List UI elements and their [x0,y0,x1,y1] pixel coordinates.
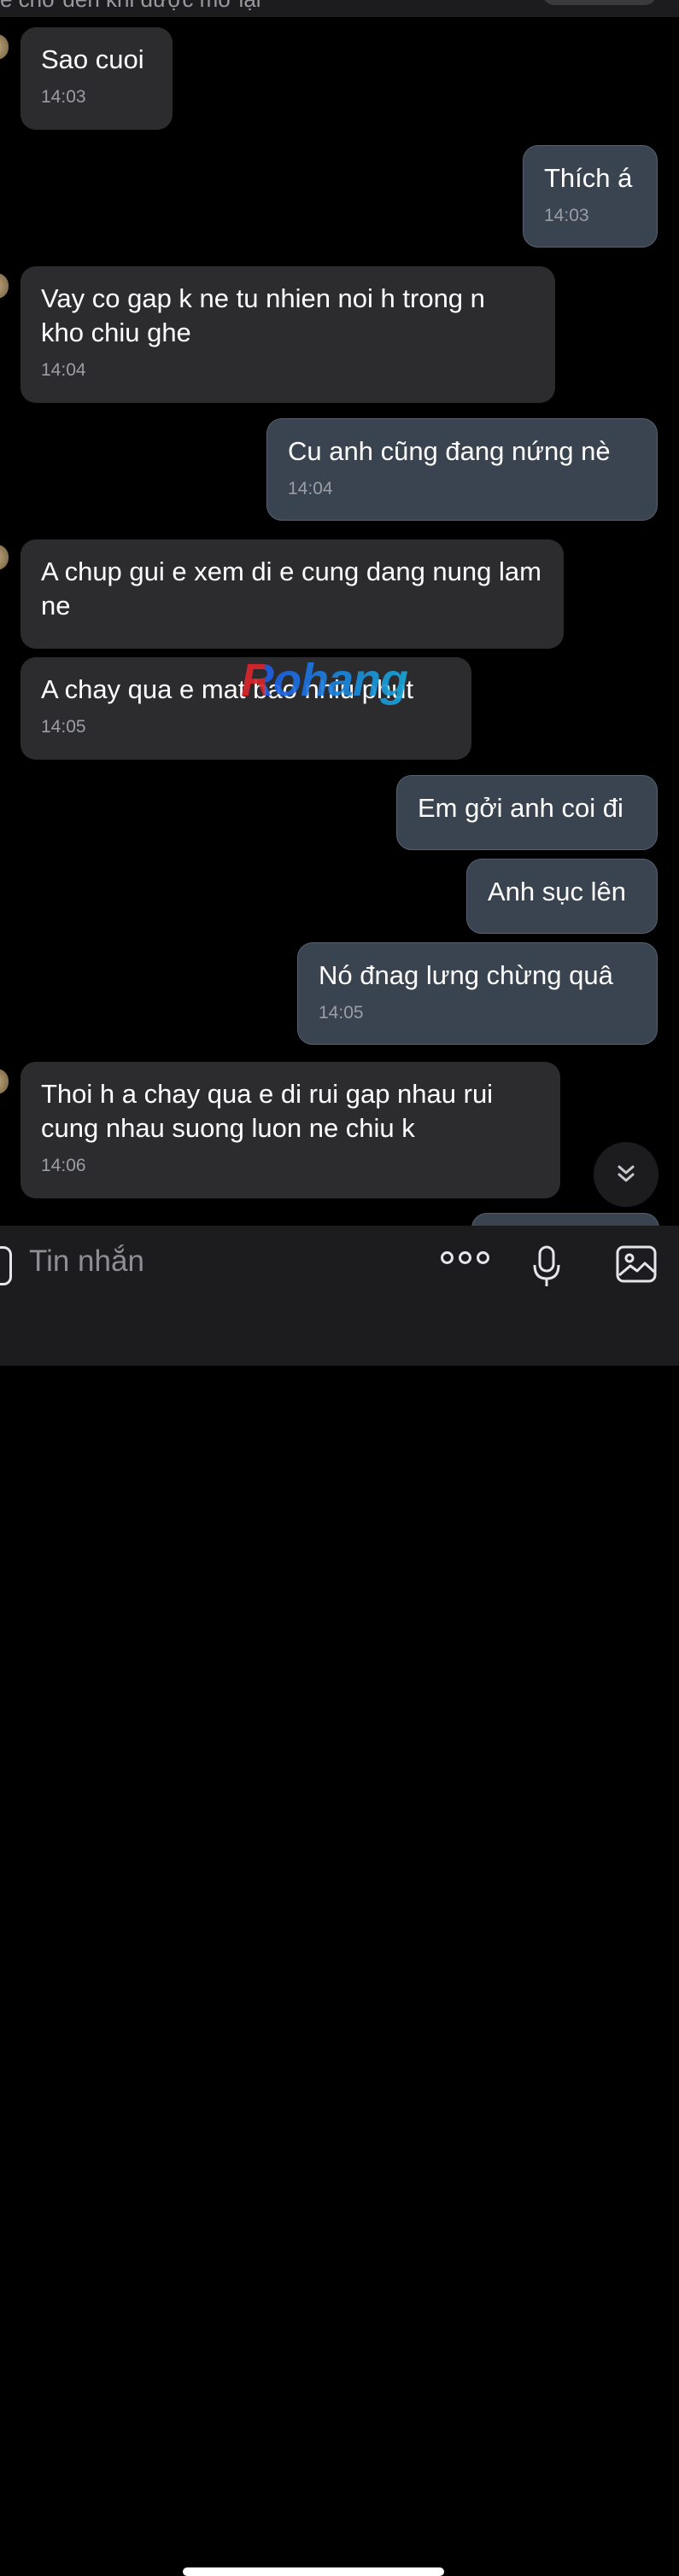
message-time: 14:04 [41,360,86,380]
banner-button[interactable] [542,0,657,5]
microphone-icon[interactable] [530,1244,564,1289]
message-bubble-outgoing[interactable]: Thích á 14:03 [523,145,658,248]
top-banner: ẽ chờ đến khi được mở lại [0,0,679,17]
banner-text: ẽ chờ đến khi được mở lại [0,0,261,13]
message-bubble-incoming[interactable]: A chup gui e xem di e cung dang nung lam… [20,539,564,649]
message-text: Nó đnag lưng chừng quâ [319,960,613,990]
message-text: Cu anh cũng đang nứng nè [288,436,611,466]
scroll-to-bottom-button[interactable] [594,1142,659,1207]
more-icon[interactable] [441,1251,489,1264]
message-time: 14:06 [41,1156,86,1175]
message-bubble-incoming[interactable]: Sao cuoi 14:03 [20,27,173,130]
image-icon[interactable] [615,1244,658,1284]
message-time: 14:05 [41,717,86,737]
sender-avatar[interactable] [0,545,9,570]
message-text: Sao cuoi [41,44,144,74]
sender-avatar[interactable] [0,273,9,299]
message-time: 14:04 [288,479,333,498]
sender-avatar[interactable] [0,34,9,60]
sender-avatar[interactable] [0,1069,9,1094]
message-bubble-outgoing[interactable]: Em gởi anh coi đi [396,775,658,850]
message-input[interactable]: Tin nhắn [29,1244,144,1279]
message-text: Anh sục lên [488,877,626,906]
message-bubble-incoming[interactable]: Vay co gap k ne tu nhien noi h trong n k… [20,266,555,403]
message-time: 14:03 [544,206,589,225]
home-indicator [183,2567,444,2576]
chevrons-down-icon [618,1165,635,1182]
message-text: Em gởi anh coi đi [418,793,623,823]
message-bubble-outgoing[interactable]: Nó đnag lưng chừng quâ 14:05 [297,942,658,1045]
message-bubble-outgoing[interactable]: Anh sục lên [466,859,658,934]
message-time: 14:05 [319,1003,364,1023]
message-text: Thoi h a chay qua e di rui gap nhau rui … [41,1079,494,1143]
message-bubble-incoming[interactable]: A chay qua e mat bao nhiu phut 14:05 [20,657,471,760]
message-bubble-incoming[interactable]: Thoi h a chay qua e di rui gap nhau rui … [20,1062,560,1198]
message-composer: Tin nhắn [0,1226,679,2576]
message-time: 14:03 [41,87,86,107]
sticker-icon[interactable] [0,1246,12,1285]
message-text: A chup gui e xem di e cung dang nung lam… [41,557,541,621]
message-bubble-outgoing[interactable]: Cu anh cũng đang nứng nè 14:04 [266,418,658,521]
message-text: Vay co gap k ne tu nhien noi h trong n k… [41,283,485,347]
message-text: A chay qua e mat bao nhiu phut [41,674,414,704]
message-text: Thích á [544,163,633,193]
